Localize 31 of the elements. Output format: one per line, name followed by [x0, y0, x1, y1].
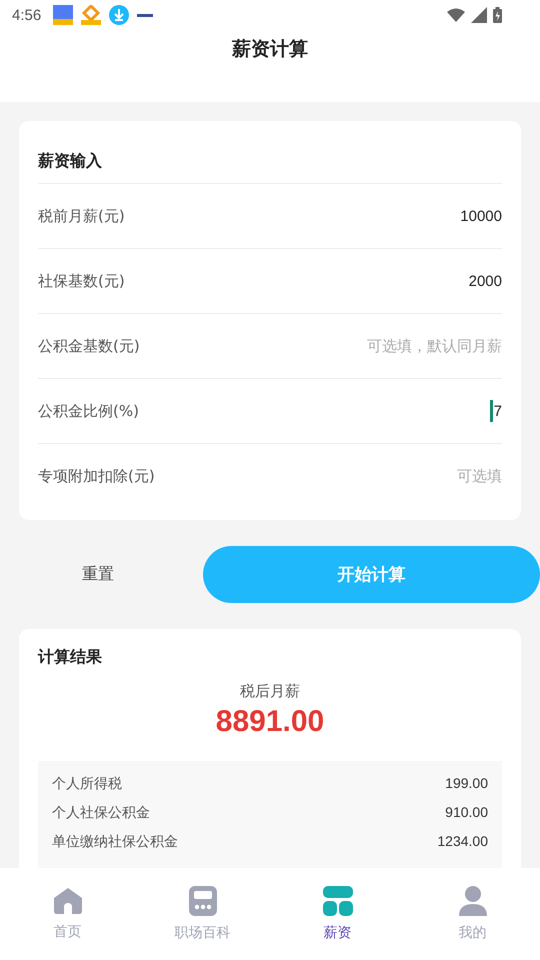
- page-title: 薪资计算: [232, 37, 308, 62]
- detail-label: 个人所得税: [52, 775, 122, 793]
- input-field[interactable]: 可选填，默认同月薪: [312, 338, 502, 354]
- input-field[interactable]: 10000: [312, 208, 502, 224]
- result-label: 税后月薪: [240, 682, 300, 701]
- wifi-icon: [447, 8, 465, 22]
- user-icon: [458, 886, 486, 916]
- detail-label: 单位缴纳社保公积金: [52, 833, 178, 851]
- download-icon: [109, 5, 130, 25]
- tab-bar-item[interactable]: 薪资: [270, 868, 405, 960]
- field-label: 公积金基数(元): [38, 336, 140, 356]
- field-label: 社保基数(元): [38, 272, 125, 290]
- battery-icon: [493, 7, 502, 23]
- section-title: 薪资输入: [38, 150, 102, 172]
- calculator-icon: [188, 886, 216, 916]
- detail-value: 1234.00: [437, 833, 488, 851]
- input-field[interactable]: 可选填: [312, 468, 502, 484]
- detail-value: 910.00: [445, 804, 488, 822]
- net-salary-value: 8891.00: [216, 705, 324, 739]
- input-field[interactable]: 7: [493, 402, 502, 420]
- home-icon: [52, 887, 82, 915]
- field-label: 公积金比例(%): [38, 402, 139, 420]
- detail-label: 个人社保公积金: [52, 804, 150, 822]
- section-title: 计算结果: [38, 647, 103, 668]
- field-label: 税前月薪(元): [38, 206, 125, 226]
- grid-icon: [322, 886, 352, 916]
- input-field[interactable]: 2000: [312, 272, 502, 290]
- status-time: 4:56: [12, 6, 42, 24]
- field-label: 专项附加扣除(元): [38, 466, 155, 486]
- detail-value: 199.00: [445, 775, 488, 793]
- signal-icon: [471, 7, 487, 23]
